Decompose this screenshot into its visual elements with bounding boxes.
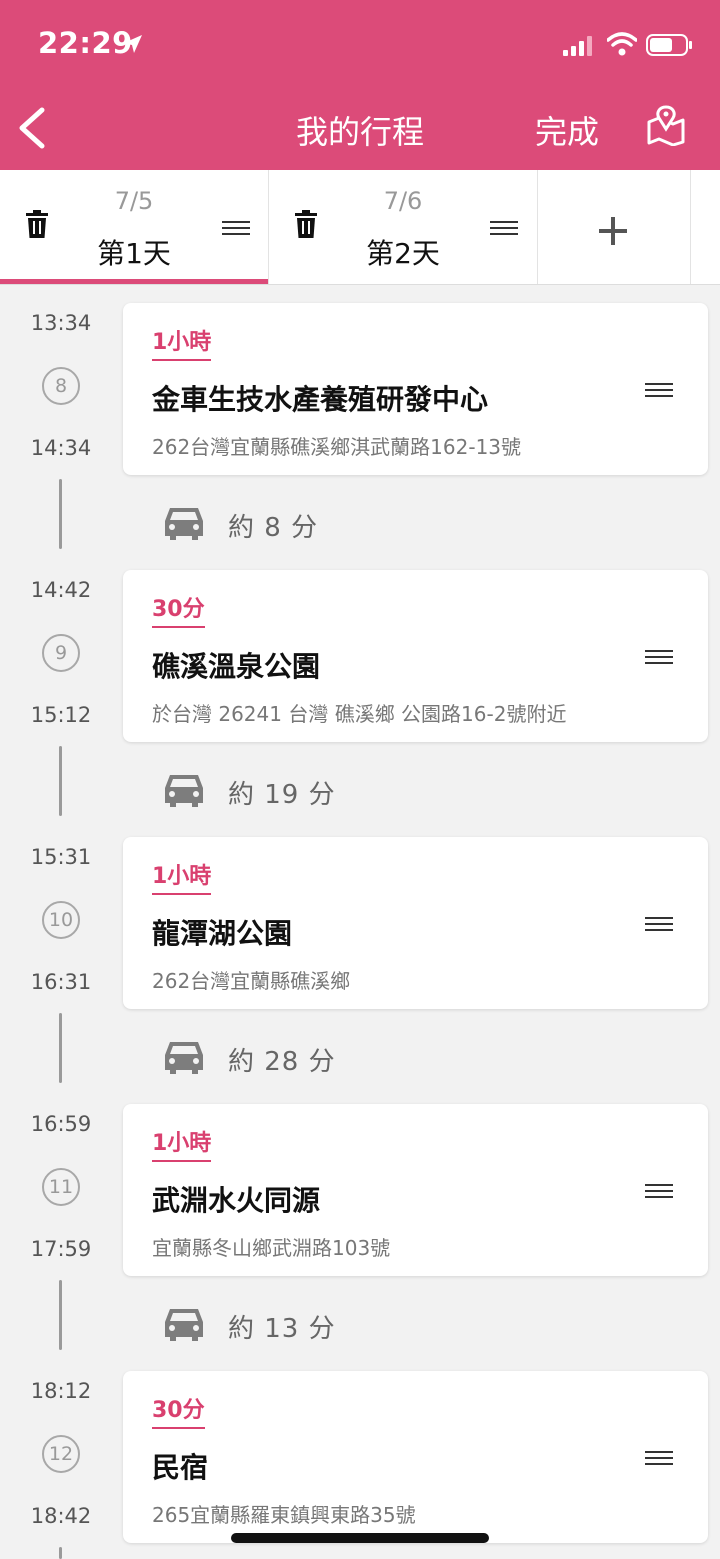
- done-button[interactable]: 完成: [535, 107, 599, 153]
- timeline-connector: [59, 1547, 62, 1559]
- page-title: 我的行程: [295, 113, 424, 151]
- tab-day-2[interactable]: 7/6 第2天: [269, 170, 538, 284]
- tab-date: 7/5: [114, 187, 154, 215]
- battery-icon: [646, 34, 692, 56]
- duration-label: 1小時: [152, 858, 212, 895]
- tab-day-label: 第1天: [97, 237, 171, 270]
- start-time: 13:34: [30, 311, 92, 335]
- start-time: 15:31: [30, 845, 92, 869]
- tab-date: 7/6: [383, 187, 423, 215]
- car-icon: [165, 1042, 203, 1074]
- stop-number-badge: 11: [42, 1168, 80, 1206]
- drag-handle-icon[interactable]: [645, 1183, 673, 1199]
- duration-label: 1小時: [152, 324, 212, 361]
- drag-handle-icon[interactable]: [645, 916, 673, 932]
- itinerary-card[interactable]: 1小時 龍潭湖公園 262台灣宜蘭縣礁溪鄉: [123, 837, 708, 1009]
- end-time: 15:12: [30, 703, 92, 727]
- start-time: 18:12: [30, 1379, 92, 1403]
- status-time: 22:29: [38, 26, 133, 60]
- car-icon: [165, 775, 203, 807]
- drag-handle-icon[interactable]: [645, 382, 673, 398]
- place-name: 民宿: [152, 1451, 209, 1484]
- drag-handle-icon[interactable]: [490, 220, 518, 236]
- place-name: 礁溪溫泉公園: [152, 650, 321, 683]
- end-time: 16:31: [30, 970, 92, 994]
- stop-number-badge: 12: [42, 1435, 80, 1473]
- timeline-connector: [59, 479, 62, 549]
- itinerary-card[interactable]: 30分 礁溪溫泉公園 於台灣 26241 台灣 礁溪鄉 公園路16-2號附近: [123, 570, 708, 742]
- car-icon: [165, 1309, 203, 1341]
- itinerary-card[interactable]: 1小時 金車生技水產養殖研發中心 262台灣宜蘭縣礁溪鄉淇武蘭路162-13號: [123, 303, 708, 475]
- wifi-icon: [607, 32, 637, 56]
- place-address: 262台灣宜蘭縣礁溪鄉: [152, 969, 351, 993]
- tab-day-label: 第2天: [366, 237, 440, 270]
- tab-day-1[interactable]: 7/5 第1天: [0, 170, 269, 284]
- travel-time: 約 28 分: [228, 1047, 336, 1077]
- drag-handle-icon[interactable]: [222, 220, 250, 236]
- plus-icon[interactable]: [598, 216, 628, 246]
- stop-number-badge: 8: [42, 367, 80, 405]
- place-name: 金車生技水產養殖研發中心: [152, 383, 489, 416]
- timeline-connector: [59, 1013, 62, 1083]
- car-icon: [165, 508, 203, 540]
- end-time: 17:59: [30, 1237, 92, 1261]
- duration-label: 1小時: [152, 1125, 212, 1162]
- stop-number-badge: 10: [42, 901, 80, 939]
- place-address: 宜蘭縣冬山鄉武淵路103號: [152, 1236, 391, 1260]
- top-bar: 22:29 我的行程 完成: [0, 0, 720, 170]
- travel-time: 約 19 分: [228, 780, 336, 810]
- travel-time: 約 8 分: [228, 513, 319, 543]
- stop-number-badge: 9: [42, 634, 80, 672]
- map-icon[interactable]: [646, 104, 686, 146]
- place-address: 262台灣宜蘭縣礁溪鄉淇武蘭路162-13號: [152, 435, 522, 459]
- itinerary-card[interactable]: 1小時 武淵水火同源 宜蘭縣冬山鄉武淵路103號: [123, 1104, 708, 1276]
- duration-label: 30分: [152, 1392, 205, 1429]
- travel-time: 約 13 分: [228, 1314, 336, 1344]
- duration-label: 30分: [152, 591, 205, 628]
- end-time: 14:34: [30, 436, 92, 460]
- start-time: 16:59: [30, 1112, 92, 1136]
- home-indicator[interactable]: [231, 1533, 489, 1543]
- place-address: 265宜蘭縣羅東鎮興東路35號: [152, 1503, 416, 1527]
- place-address: 於台灣 26241 台灣 礁溪鄉 公園路16-2號附近: [152, 702, 567, 726]
- start-time: 14:42: [30, 578, 92, 602]
- place-name: 武淵水火同源: [152, 1184, 321, 1217]
- itinerary-card[interactable]: 30分 民宿 265宜蘭縣羅東鎮興東路35號: [123, 1371, 708, 1543]
- drag-handle-icon[interactable]: [645, 1450, 673, 1466]
- timeline-connector: [59, 1280, 62, 1350]
- location-arrow-icon: [124, 35, 142, 53]
- drag-handle-icon[interactable]: [645, 649, 673, 665]
- place-name: 龍潭湖公園: [152, 917, 293, 950]
- end-time: 18:42: [30, 1504, 92, 1528]
- signal-icon: [563, 36, 592, 56]
- timeline-connector: [59, 746, 62, 816]
